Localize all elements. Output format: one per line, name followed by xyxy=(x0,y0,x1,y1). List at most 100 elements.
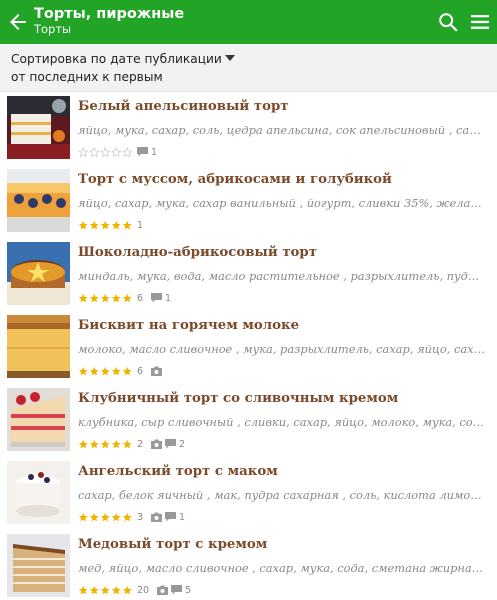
star-icon xyxy=(78,146,89,157)
star-icon xyxy=(78,366,88,376)
rating-stars xyxy=(78,439,133,450)
sort-label: Сортировка по дате публикации xyxy=(11,52,222,66)
star-icon xyxy=(100,220,110,230)
recipe-ingredients: яйцо, сахар, мука, сахар ванильный , йог… xyxy=(78,196,486,210)
star-icon xyxy=(100,512,110,522)
star-icon xyxy=(100,146,111,157)
recipe-thumbnail xyxy=(7,534,70,597)
rating-count: 6 xyxy=(137,365,144,377)
recipe-thumbnail xyxy=(7,315,70,378)
comment-count: 2 xyxy=(179,438,186,450)
recipe-ingredients: молоко, масло сливочное , мука, разрыхли… xyxy=(78,342,486,356)
comment-icon xyxy=(137,147,148,157)
caret-down-icon xyxy=(224,55,235,61)
star-icon xyxy=(122,366,132,376)
recipe-item[interactable]: Клубничный торт со сливочным кремом клуб… xyxy=(0,388,497,456)
recipe-meta: 1 xyxy=(78,218,151,232)
star-icon xyxy=(89,585,99,595)
recipe-title: Бисквит на горячем молоке xyxy=(78,318,300,333)
sort-selector[interactable]: Сортировка по дате публикации от последн… xyxy=(0,44,497,92)
recipe-item[interactable]: Ангельский торт с маком сахар, белок яич… xyxy=(0,461,497,529)
sort-label-row: Сортировка по дате публикации xyxy=(11,51,235,67)
recipe-ingredients: клубника, сыр сливочный , сливки, сахар,… xyxy=(78,415,486,429)
rating-stars xyxy=(78,585,133,596)
star-icon xyxy=(89,146,100,157)
star-icon xyxy=(111,439,121,449)
recipe-thumbnail xyxy=(7,388,70,451)
recipe-meta: 2 2 xyxy=(78,437,193,451)
recipe-ingredients: сахар, белок яичный , мак, пудра сахарна… xyxy=(78,488,486,502)
recipe-thumbnail xyxy=(7,242,70,305)
comment-icon xyxy=(171,585,183,595)
recipe-thumbnail xyxy=(7,461,70,524)
star-icon xyxy=(89,220,99,230)
rating-count: 20 xyxy=(137,584,150,596)
star-icon xyxy=(100,439,110,449)
star-icon xyxy=(78,585,88,595)
star-icon xyxy=(111,512,121,522)
star-icon xyxy=(122,146,133,157)
recipe-title: Клубничный торт со сливочным кремом xyxy=(78,391,399,406)
recipe-meta: 6 1 xyxy=(78,291,179,305)
comment-count: 1 xyxy=(179,511,186,523)
recipe-title: Белый апельсиновый торт xyxy=(78,99,289,114)
star-icon xyxy=(122,512,132,522)
recipe-meta: 3 1 xyxy=(78,510,193,524)
recipe-meta: 6 xyxy=(78,364,165,378)
camera-icon xyxy=(151,439,163,449)
star-icon xyxy=(89,512,99,522)
camera-icon xyxy=(151,366,163,376)
rating-count: 6 xyxy=(137,292,144,304)
recipe-item[interactable]: Торт с муссом, абрикосами и голубикой яй… xyxy=(0,169,497,237)
arrow-left-icon[interactable] xyxy=(6,10,30,34)
recipe-ingredients: миндаль, мука, вода, масло растительное … xyxy=(78,269,486,283)
star-icon xyxy=(89,439,99,449)
recipe-thumbnail xyxy=(7,169,70,232)
star-icon xyxy=(111,220,121,230)
comment-icon xyxy=(151,293,163,303)
recipe-ingredients: мед, яйцо, масло сливочное , сахар, мука… xyxy=(78,561,486,575)
recipe-thumbnail xyxy=(7,96,70,159)
star-icon xyxy=(89,293,99,303)
comment-icon xyxy=(165,512,177,522)
recipe-meta: 1 xyxy=(78,145,165,159)
sort-order: от последних к первым xyxy=(11,70,163,84)
menu-icon[interactable] xyxy=(470,12,490,32)
page-subtitle: Торты xyxy=(34,22,72,36)
search-icon[interactable] xyxy=(437,11,459,33)
page-title: Торты, пирожные xyxy=(34,6,185,22)
comment-count: 1 xyxy=(151,146,158,158)
recipe-item[interactable]: Белый апельсиновый торт яйцо, мука, саха… xyxy=(0,96,497,164)
star-icon xyxy=(100,293,110,303)
rating-stars xyxy=(78,366,133,377)
star-icon xyxy=(78,293,88,303)
star-icon xyxy=(78,220,88,230)
recipe-item[interactable]: Бисквит на горячем молоке молоко, масло … xyxy=(0,315,497,383)
comment-icon xyxy=(165,439,177,449)
recipe-item[interactable]: Медовый торт с кремом мед, яйцо, масло с… xyxy=(0,534,497,600)
star-icon xyxy=(100,585,110,595)
rating-count: 2 xyxy=(137,438,144,450)
recipe-title: Торт с муссом, абрикосами и голубикой xyxy=(78,172,392,187)
star-icon xyxy=(111,293,121,303)
rating-stars xyxy=(78,293,133,304)
star-icon xyxy=(122,585,132,595)
camera-icon xyxy=(157,585,169,595)
star-icon xyxy=(89,366,99,376)
recipe-item[interactable]: Шоколадно-абрикосовый торт миндаль, мука… xyxy=(0,242,497,310)
comment-count: 1 xyxy=(165,292,172,304)
recipe-title: Ангельский торт с маком xyxy=(78,464,278,479)
star-icon xyxy=(100,366,110,376)
rating-stars xyxy=(78,146,133,158)
star-icon xyxy=(78,512,88,522)
rating-stars xyxy=(78,512,133,523)
camera-icon xyxy=(151,512,163,522)
star-icon xyxy=(78,439,88,449)
app-bar: Торты, пирожные Торты xyxy=(0,0,497,44)
rating-count: 3 xyxy=(137,511,144,523)
recipe-meta: 20 5 xyxy=(78,583,199,597)
rating-count: 1 xyxy=(137,219,144,231)
recipe-ingredients: яйцо, мука, сахар, соль, цедра апельсина… xyxy=(78,123,486,137)
star-icon xyxy=(122,293,132,303)
recipe-title: Медовый торт с кремом xyxy=(78,537,268,552)
